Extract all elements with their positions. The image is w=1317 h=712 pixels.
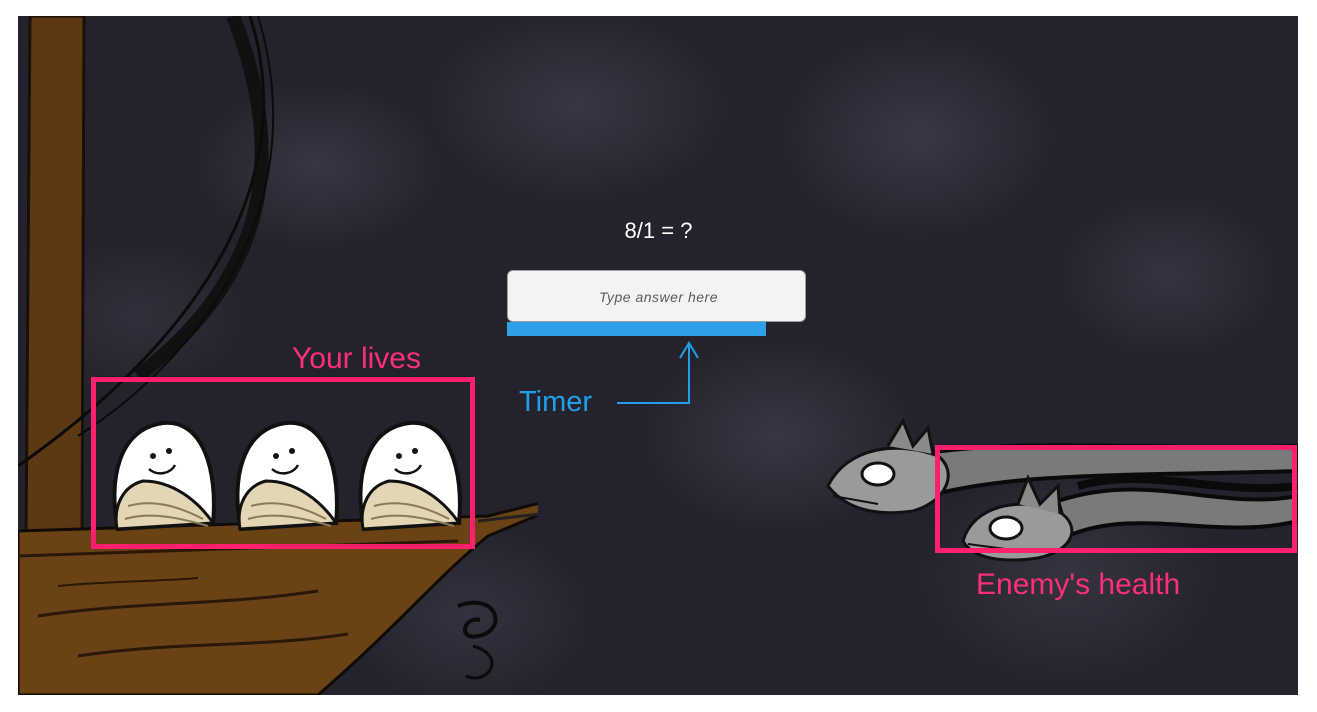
- enemy-health-highlight-box: [935, 445, 1297, 553]
- timer-bar: [507, 322, 766, 336]
- ship: [18, 16, 538, 695]
- answer-input[interactable]: [508, 271, 809, 323]
- enemy-health-annotation-label: Enemy's health: [976, 568, 1181, 601]
- ship-mast: [24, 16, 86, 538]
- timer-annotation-label: Timer: [519, 386, 593, 418]
- lives-highlight-box: [91, 377, 475, 549]
- sail-curve: [133, 16, 269, 382]
- lives-annotation-label: Your lives: [292, 342, 421, 375]
- answer-field[interactable]: [507, 270, 809, 323]
- timer-arrow-icon: [617, 341, 699, 404]
- math-question: 8/1 = ?: [624, 218, 693, 243]
- timer-fill: [507, 322, 766, 336]
